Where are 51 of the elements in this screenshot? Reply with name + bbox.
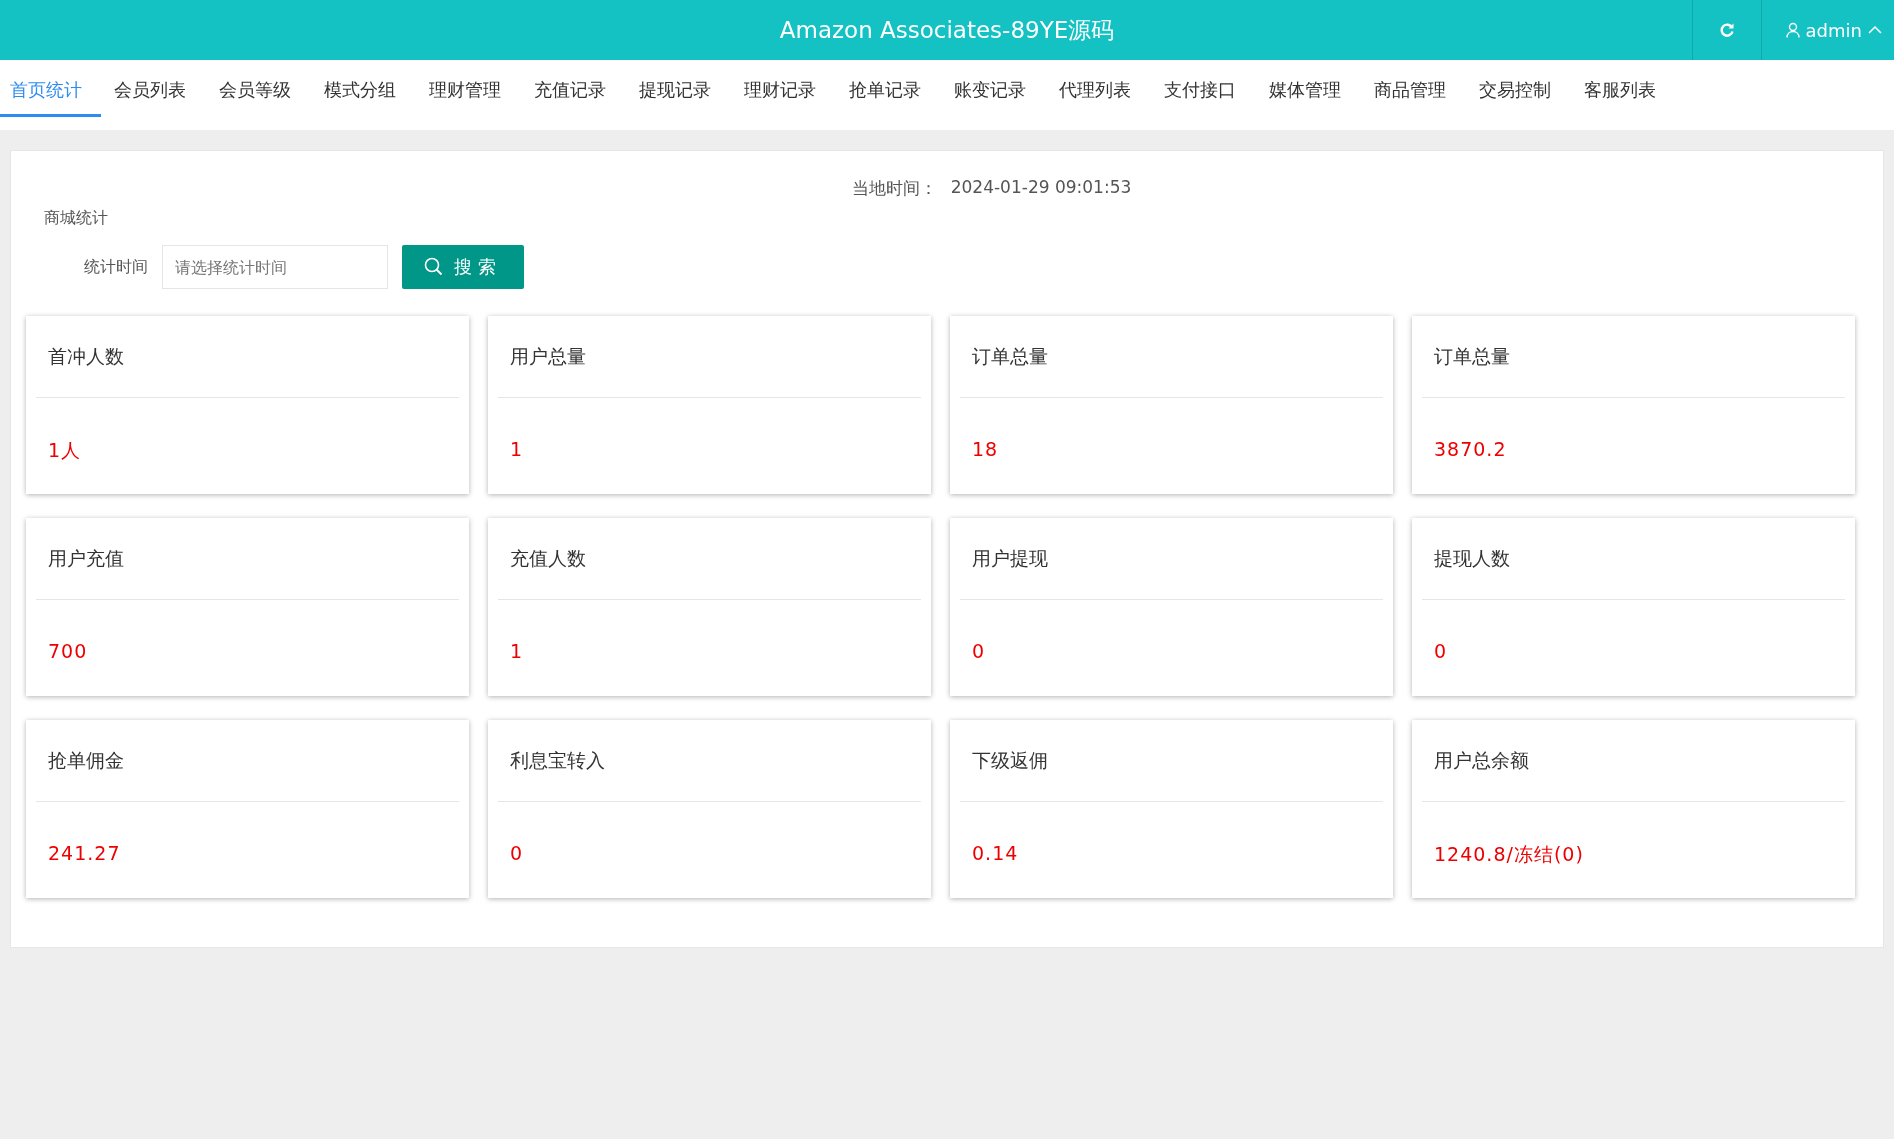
- filter-label: 统计时间: [84, 256, 148, 278]
- card-title: 利息宝转入: [498, 720, 921, 802]
- card-title: 首冲人数: [36, 316, 459, 398]
- card-value: 0: [1433, 640, 1449, 662]
- card-value: 18: [971, 438, 1000, 460]
- card-title: 抢单佣金: [36, 720, 459, 802]
- card-value: 1240.8/冻结(0): [1433, 842, 1585, 867]
- card-title: 订单总量: [1422, 316, 1845, 398]
- user-icon: [1785, 22, 1800, 38]
- nav-tab[interactable]: 客服列表: [1574, 60, 1676, 117]
- nav-tab[interactable]: 账变记录: [944, 60, 1046, 117]
- nav-tab[interactable]: 商品管理: [1364, 60, 1466, 117]
- refresh-icon: [1718, 22, 1735, 38]
- card-title: 用户总量: [498, 316, 921, 398]
- caret-icon: [1868, 25, 1882, 35]
- card-value: 0.14: [971, 842, 1020, 864]
- search-button[interactable]: 搜索: [402, 245, 524, 289]
- card-title: 提现人数: [1422, 518, 1845, 600]
- card-value: 700: [47, 640, 89, 662]
- search-icon: [424, 257, 444, 277]
- nav-tab[interactable]: 理财记录: [734, 60, 836, 117]
- card-value: 241.27: [47, 842, 122, 864]
- nav-tab[interactable]: 会员等级: [209, 60, 311, 117]
- nav-tab[interactable]: 提现记录: [629, 60, 731, 117]
- card-value: 1: [509, 640, 525, 662]
- local-time-value: 2024-01-29 09:01:53: [950, 177, 1132, 199]
- nav-tab[interactable]: 充值记录: [524, 60, 626, 117]
- nav-tab[interactable]: 交易控制: [1469, 60, 1571, 117]
- date-input-field[interactable]: 请选择统计时间: [162, 245, 388, 289]
- card-title: 用户充值: [36, 518, 459, 600]
- nav-tab[interactable]: 代理列表: [1049, 60, 1151, 117]
- section-title: 商城统计: [44, 208, 109, 229]
- card-value: 1人: [47, 438, 83, 463]
- local-time-label: 当地时间：: [851, 177, 937, 200]
- card-value: 1: [509, 438, 525, 460]
- nav-tab[interactable]: 模式分组: [314, 60, 416, 117]
- card-title: 用户总余额: [1422, 720, 1845, 802]
- nav-tab[interactable]: 会员列表: [104, 60, 206, 117]
- card-title: 订单总量: [960, 316, 1383, 398]
- nav-tab[interactable]: 支付接口: [1154, 60, 1256, 117]
- app-title: Amazon Associates-89YE源码: [779, 15, 1115, 45]
- card-value: 3870.2: [1433, 438, 1508, 460]
- card-value: 0: [509, 842, 525, 864]
- nav-tab[interactable]: 媒体管理: [1259, 60, 1361, 117]
- card-value: 0: [971, 640, 987, 662]
- card-title: 充值人数: [498, 518, 921, 600]
- card-title: 下级返佣: [960, 720, 1383, 802]
- nav-tab[interactable]: 理财管理: [419, 60, 521, 117]
- nav-tab[interactable]: 首页统计: [0, 60, 101, 117]
- nav-tab[interactable]: 抢单记录: [839, 60, 941, 117]
- card-title: 用户提现: [960, 518, 1383, 600]
